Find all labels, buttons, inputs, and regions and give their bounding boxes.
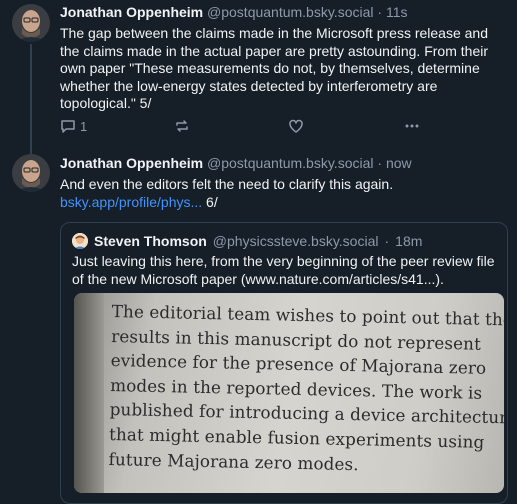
reply-count: 1 — [80, 118, 88, 134]
post-text: And even the editors felt the need to cl… — [60, 176, 507, 211]
quote-image[interactable]: The editorial team wishes to point out t… — [74, 293, 504, 493]
timestamp[interactable]: now — [386, 155, 412, 171]
separator: · — [384, 233, 390, 249]
author-handle[interactable]: @postquantum.bsky.social — [207, 155, 373, 171]
reply-icon — [61, 120, 75, 133]
avatar[interactable] — [72, 233, 88, 249]
post-6: Jonathan Oppenheim @postquantum.bsky.soc… — [60, 155, 507, 211]
post-header: Jonathan Oppenheim @postquantum.bsky.soc… — [60, 4, 507, 21]
post-actions: 1 — [60, 118, 420, 138]
timestamp[interactable]: 11s — [386, 4, 408, 20]
post-text-suffix: 6/ — [202, 193, 218, 210]
avatar[interactable] — [12, 154, 50, 192]
repost-button[interactable] — [174, 118, 190, 134]
timestamp[interactable]: 18m — [395, 233, 422, 249]
more-icon — [405, 124, 419, 128]
post-text: The gap between the claims made in the M… — [60, 25, 489, 111]
separator: · — [377, 155, 383, 171]
thread-connector — [30, 44, 32, 156]
author-handle[interactable]: @physicssteve.bsky.social — [213, 233, 379, 249]
image-text: The editorial team wishes to point out t… — [108, 299, 504, 479]
like-button[interactable] — [288, 118, 304, 134]
post-text-intro: And even the editors felt the need to cl… — [60, 176, 394, 192]
avatar[interactable] — [12, 4, 50, 42]
quoted-post[interactable]: Steven Thomson @physicssteve.bsky.social… — [60, 222, 508, 504]
post-header: Jonathan Oppenheim @postquantum.bsky.soc… — [60, 155, 507, 172]
author-name[interactable]: Jonathan Oppenheim — [60, 4, 203, 20]
quote-link[interactable]: bsky.app/profile/phys... — [60, 194, 202, 210]
reply-button[interactable]: 1 — [60, 118, 87, 134]
post-5: Jonathan Oppenheim @postquantum.bsky.soc… — [60, 4, 507, 113]
repost-icon — [176, 120, 188, 132]
quote-text: Just leaving this here, from the very be… — [72, 253, 495, 287]
separator: · — [377, 4, 383, 20]
author-name[interactable]: Jonathan Oppenheim — [60, 155, 203, 171]
quote-header: Steven Thomson @physicssteve.bsky.social… — [72, 233, 422, 249]
author-name[interactable]: Steven Thomson — [94, 233, 207, 249]
image-shadow-edge — [74, 293, 104, 493]
more-button[interactable] — [404, 118, 420, 134]
author-handle[interactable]: @postquantum.bsky.social — [207, 4, 373, 20]
heart-icon — [289, 119, 303, 133]
